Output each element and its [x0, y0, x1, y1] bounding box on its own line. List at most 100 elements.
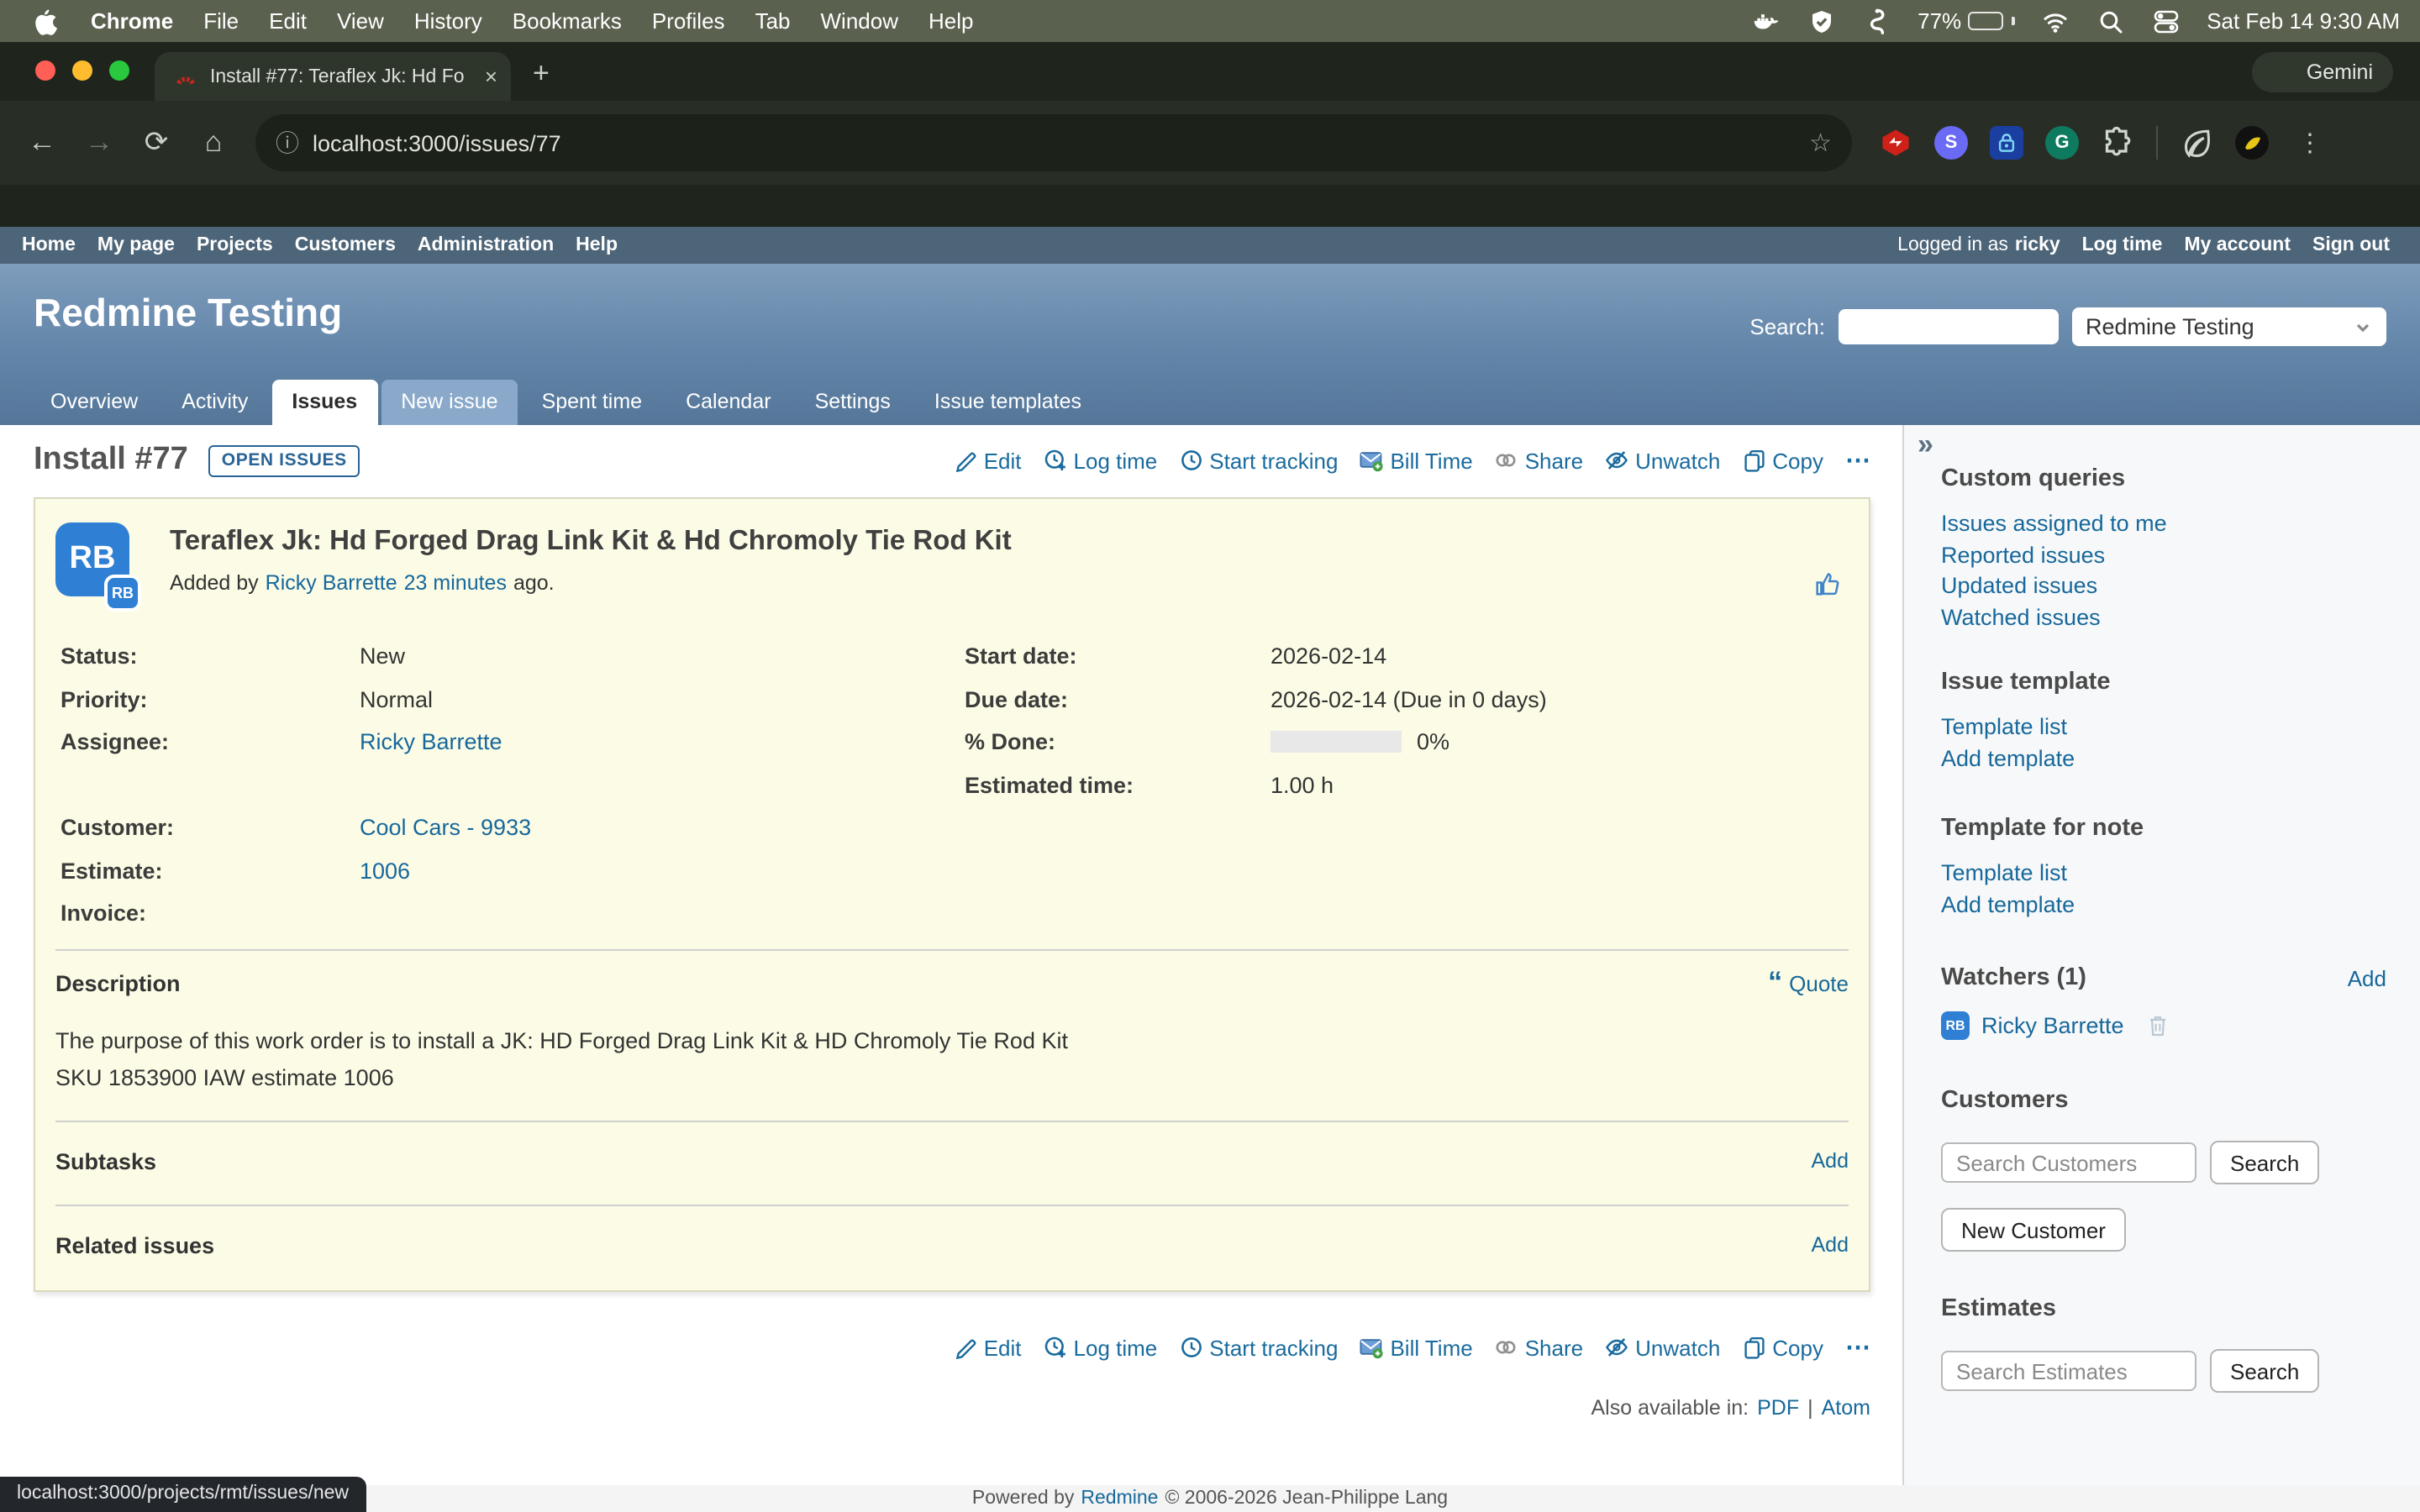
logged-in-user[interactable]: ricky: [2015, 235, 2060, 255]
menubar-app-name[interactable]: Chrome: [91, 8, 173, 34]
quote-link[interactable]: “Quote: [1768, 970, 1849, 995]
topmenu-log-time[interactable]: Log time: [2082, 235, 2163, 255]
tab-issues[interactable]: Issues: [271, 380, 377, 425]
sidebar-link-reported-issues[interactable]: Reported issues: [1941, 540, 2386, 571]
forward-button[interactable]: →: [71, 126, 128, 160]
menu-window[interactable]: Window: [821, 8, 899, 34]
site-info-icon[interactable]: ⓘ: [276, 126, 299, 160]
edit-action[interactable]: Edit: [954, 1335, 1022, 1360]
unwatch-action[interactable]: Unwatch: [1605, 448, 1720, 473]
topmenu-customers[interactable]: Customers: [295, 235, 396, 255]
menu-file[interactable]: File: [203, 8, 239, 34]
bill-time-action[interactable]: Bill Time: [1360, 448, 1472, 473]
wifi-icon[interactable]: [2040, 6, 2070, 36]
unwatch-action[interactable]: Unwatch: [1605, 1335, 1720, 1360]
sidebar-link-template-list[interactable]: Template list: [1941, 712, 2386, 743]
battery-indicator[interactable]: 77%: [1918, 8, 2015, 34]
reload-button[interactable]: ⟳: [128, 126, 185, 160]
dragon-status-icon[interactable]: [1862, 6, 1892, 36]
add-related-issue-link[interactable]: Add: [1812, 1233, 1849, 1257]
copy-action[interactable]: Copy: [1742, 448, 1823, 473]
edit-action[interactable]: Edit: [954, 448, 1022, 473]
menu-view[interactable]: View: [337, 8, 384, 34]
created-time-link[interactable]: 23 minutes: [404, 571, 507, 595]
new-tab-button[interactable]: +: [533, 57, 550, 91]
purple-s-extension-icon[interactable]: S: [1934, 126, 1968, 160]
energy-saver-leaf-icon[interactable]: [2180, 126, 2213, 160]
redmine-link[interactable]: Redmine: [1081, 1488, 1158, 1509]
grammarly-extension-icon[interactable]: G: [2045, 126, 2079, 160]
tab-activity[interactable]: Activity: [161, 380, 268, 425]
more-actions-icon[interactable]: ⋯: [1845, 1332, 1870, 1362]
topmenu-my-account[interactable]: My account: [2184, 235, 2291, 255]
password-lock-extension-icon[interactable]: [1990, 126, 2023, 160]
start-tracking-action[interactable]: Start tracking: [1179, 448, 1338, 473]
tab-spent-time[interactable]: Spent time: [522, 380, 663, 425]
start-tracking-action[interactable]: Start tracking: [1179, 1335, 1338, 1360]
menu-edit[interactable]: Edit: [269, 8, 307, 34]
profile-avatar[interactable]: [2235, 126, 2269, 160]
more-actions-icon[interactable]: ⋯: [1845, 445, 1870, 475]
open-issues-badge[interactable]: OPEN ISSUES: [208, 444, 360, 476]
delete-watcher-trash-icon[interactable]: [2146, 1013, 2170, 1038]
add-watcher-link[interactable]: Add: [2348, 965, 2386, 990]
sidebar-link-add-template[interactable]: Add template: [1941, 743, 2386, 774]
topmenu-administration[interactable]: Administration: [418, 235, 554, 255]
menu-history[interactable]: History: [414, 8, 482, 34]
sidebar-link-watched-issues[interactable]: Watched issues: [1941, 602, 2386, 633]
topmenu-sign-out[interactable]: Sign out: [2312, 235, 2390, 255]
topmenu-help[interactable]: Help: [576, 235, 618, 255]
share-action[interactable]: Share: [1495, 1335, 1583, 1360]
search-customers-input[interactable]: [1941, 1142, 2196, 1183]
author-link[interactable]: Ricky Barrette: [266, 571, 397, 595]
topmenu-my-page[interactable]: My page: [97, 235, 175, 255]
menu-bookmarks[interactable]: Bookmarks: [513, 8, 622, 34]
home-button[interactable]: ⌂: [185, 126, 242, 160]
maximize-window-button[interactable]: [109, 60, 129, 81]
collapse-sidebar-icon[interactable]: »: [1918, 428, 1933, 462]
apple-menu-icon[interactable]: [30, 6, 60, 36]
customer-link[interactable]: Cool Cars - 9933: [360, 816, 531, 841]
bill-time-action[interactable]: Bill Time: [1360, 1335, 1472, 1360]
close-window-button[interactable]: [35, 60, 55, 81]
topmenu-projects[interactable]: Projects: [197, 235, 273, 255]
tab-overview[interactable]: Overview: [30, 380, 158, 425]
thumbs-up-icon[interactable]: [1813, 570, 1842, 606]
watcher-name-link[interactable]: Ricky Barrette: [1981, 1013, 2124, 1038]
minimize-window-button[interactable]: [72, 60, 92, 81]
search-input[interactable]: [1839, 309, 2059, 344]
menu-profiles[interactable]: Profiles: [652, 8, 725, 34]
red-extension-icon[interactable]: [1879, 126, 1912, 160]
copy-action[interactable]: Copy: [1742, 1335, 1823, 1360]
menu-tab[interactable]: Tab: [755, 8, 791, 34]
chrome-menu-icon[interactable]: ⋮: [2297, 128, 2323, 158]
menubar-clock[interactable]: Sat Feb 14 9:30 AM: [2207, 8, 2400, 34]
log-time-action[interactable]: Log time: [1044, 448, 1158, 473]
spotlight-icon[interactable]: [2096, 6, 2126, 36]
assignee-link[interactable]: Ricky Barrette: [360, 730, 502, 755]
shield-status-icon[interactable]: [1807, 6, 1837, 36]
control-center-icon[interactable]: [2151, 6, 2181, 36]
docker-icon[interactable]: [1751, 6, 1781, 36]
add-subtask-link[interactable]: Add: [1812, 1149, 1849, 1173]
browser-tab[interactable]: Install #77: Teraflex Jk: Hd Fo ×: [155, 52, 511, 101]
window-controls[interactable]: [35, 60, 129, 81]
tab-settings[interactable]: Settings: [795, 380, 911, 425]
project-select[interactable]: Redmine Testing: [2072, 307, 2386, 346]
search-estimates-input[interactable]: [1941, 1351, 2196, 1391]
url-text[interactable]: localhost:3000/issues/77: [313, 130, 1796, 155]
address-bar[interactable]: ⓘ localhost:3000/issues/77 ☆: [255, 114, 1852, 171]
tab-new-issue[interactable]: New issue: [381, 380, 518, 425]
extensions-puzzle-icon[interactable]: [2101, 126, 2134, 160]
gemini-button[interactable]: Gemini: [2253, 52, 2393, 92]
atom-export-link[interactable]: Atom: [1822, 1396, 1870, 1420]
new-customer-button[interactable]: New Customer: [1941, 1208, 2126, 1252]
sidebar-link-note-template-list[interactable]: Template list: [1941, 858, 2386, 890]
search-estimates-button[interactable]: Search: [2210, 1349, 2319, 1393]
search-customers-button[interactable]: Search: [2210, 1141, 2319, 1184]
log-time-action[interactable]: Log time: [1044, 1335, 1158, 1360]
topmenu-home[interactable]: Home: [22, 235, 76, 255]
bookmark-star-icon[interactable]: ☆: [1809, 128, 1832, 158]
back-button[interactable]: ←: [13, 126, 71, 160]
tab-issue-templates[interactable]: Issue templates: [914, 380, 1102, 425]
